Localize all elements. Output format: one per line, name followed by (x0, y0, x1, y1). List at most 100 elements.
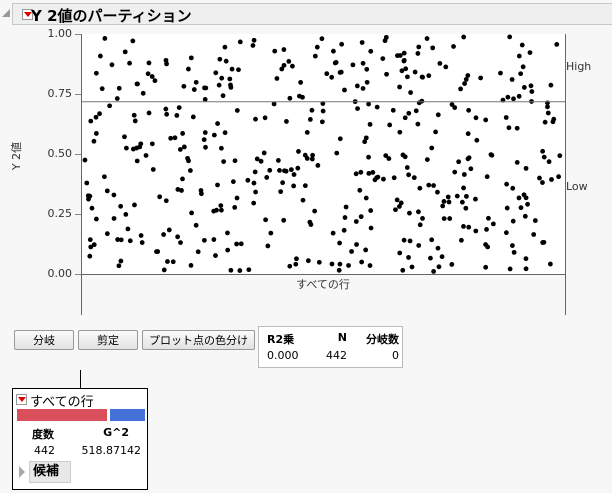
data-point[interactable] (358, 214, 364, 220)
data-point[interactable] (140, 90, 146, 96)
data-point[interactable] (510, 218, 516, 224)
data-point[interactable] (178, 240, 183, 245)
data-point[interactable] (189, 210, 194, 216)
data-point[interactable] (346, 263, 351, 268)
data-point[interactable] (130, 38, 136, 44)
prune-button[interactable]: 剪定 (78, 330, 138, 350)
data-point[interactable] (149, 74, 155, 79)
data-point[interactable] (87, 253, 93, 259)
data-point[interactable] (316, 259, 322, 265)
data-point[interactable] (484, 226, 489, 232)
data-point[interactable] (302, 152, 308, 158)
data-point[interactable] (281, 217, 287, 223)
data-point[interactable] (87, 237, 93, 243)
data-point[interactable] (419, 98, 425, 104)
data-point[interactable] (137, 144, 143, 150)
data-point[interactable] (127, 60, 132, 66)
data-point[interactable] (532, 218, 538, 223)
data-point[interactable] (265, 243, 271, 249)
data-point[interactable] (330, 48, 336, 54)
data-point[interactable] (295, 165, 301, 171)
data-point[interactable] (264, 175, 270, 180)
data-point[interactable] (305, 258, 311, 264)
data-point[interactable] (225, 230, 230, 236)
data-point[interactable] (483, 242, 489, 247)
data-point[interactable] (286, 58, 292, 64)
data-point[interactable] (542, 119, 548, 125)
data-point[interactable] (180, 131, 186, 136)
data-point[interactable] (465, 131, 471, 137)
data-point[interactable] (164, 111, 170, 117)
data-point[interactable] (118, 258, 124, 264)
data-point[interactable] (336, 267, 342, 273)
data-point[interactable] (123, 211, 129, 217)
data-point[interactable] (293, 261, 299, 267)
data-point[interactable] (198, 188, 204, 193)
data-point[interactable] (193, 79, 199, 85)
data-point[interactable] (426, 73, 432, 79)
data-point[interactable] (435, 112, 441, 118)
data-point[interactable] (393, 207, 398, 213)
data-point[interactable] (364, 66, 370, 72)
data-point[interactable] (483, 264, 489, 270)
data-point[interactable] (180, 176, 185, 182)
data-point[interactable] (556, 174, 562, 180)
data-point[interactable] (390, 107, 396, 113)
data-point[interactable] (217, 56, 223, 62)
data-point[interactable] (445, 194, 451, 200)
data-point[interactable] (225, 247, 231, 253)
data-point[interactable] (211, 237, 217, 242)
data-point[interactable] (407, 210, 412, 216)
data-point[interactable] (172, 135, 178, 141)
data-point[interactable] (234, 195, 240, 201)
data-point[interactable] (84, 180, 90, 186)
data-point[interactable] (412, 69, 418, 75)
data-point[interactable] (462, 81, 467, 86)
data-point[interactable] (435, 245, 441, 251)
data-point[interactable] (447, 216, 453, 221)
data-point[interactable] (337, 261, 343, 267)
data-point[interactable] (181, 144, 187, 150)
data-point[interactable] (237, 268, 243, 273)
data-point[interactable] (416, 44, 422, 50)
data-point[interactable] (161, 267, 167, 273)
data-point[interactable] (203, 144, 208, 150)
data-point[interactable] (420, 216, 425, 221)
data-point[interactable] (165, 259, 170, 264)
data-point[interactable] (237, 39, 243, 45)
data-point[interactable] (333, 60, 339, 65)
data-point[interactable] (319, 36, 325, 42)
data-point[interactable] (93, 70, 99, 76)
data-point[interactable] (284, 119, 289, 124)
data-point[interactable] (430, 45, 436, 51)
data-point[interactable] (312, 53, 318, 59)
data-point[interactable] (441, 216, 447, 222)
data-point[interactable] (474, 137, 480, 143)
data-point[interactable] (511, 249, 517, 255)
data-point[interactable] (91, 138, 97, 144)
data-point[interactable] (107, 103, 113, 109)
data-point[interactable] (177, 147, 183, 152)
data-point[interactable] (307, 117, 313, 122)
data-point[interactable] (507, 266, 513, 272)
data-point[interactable] (281, 62, 287, 68)
data-point[interactable] (290, 63, 295, 69)
data-point[interactable] (540, 240, 546, 245)
data-point[interactable] (91, 242, 97, 248)
data-point[interactable] (461, 34, 467, 40)
data-point[interactable] (161, 232, 167, 237)
data-point[interactable] (89, 205, 95, 211)
data-point[interactable] (201, 237, 207, 243)
data-point[interactable] (150, 167, 156, 172)
data-point[interactable] (93, 216, 99, 222)
data-point[interactable] (360, 86, 366, 91)
data-point[interactable] (523, 266, 529, 272)
data-point[interactable] (527, 50, 533, 56)
data-point[interactable] (441, 198, 447, 204)
data-point[interactable] (118, 237, 124, 243)
data-point[interactable] (433, 129, 438, 135)
data-point[interactable] (464, 193, 469, 199)
data-point[interactable] (218, 207, 224, 213)
data-point[interactable] (309, 107, 315, 113)
data-point[interactable] (510, 185, 516, 191)
